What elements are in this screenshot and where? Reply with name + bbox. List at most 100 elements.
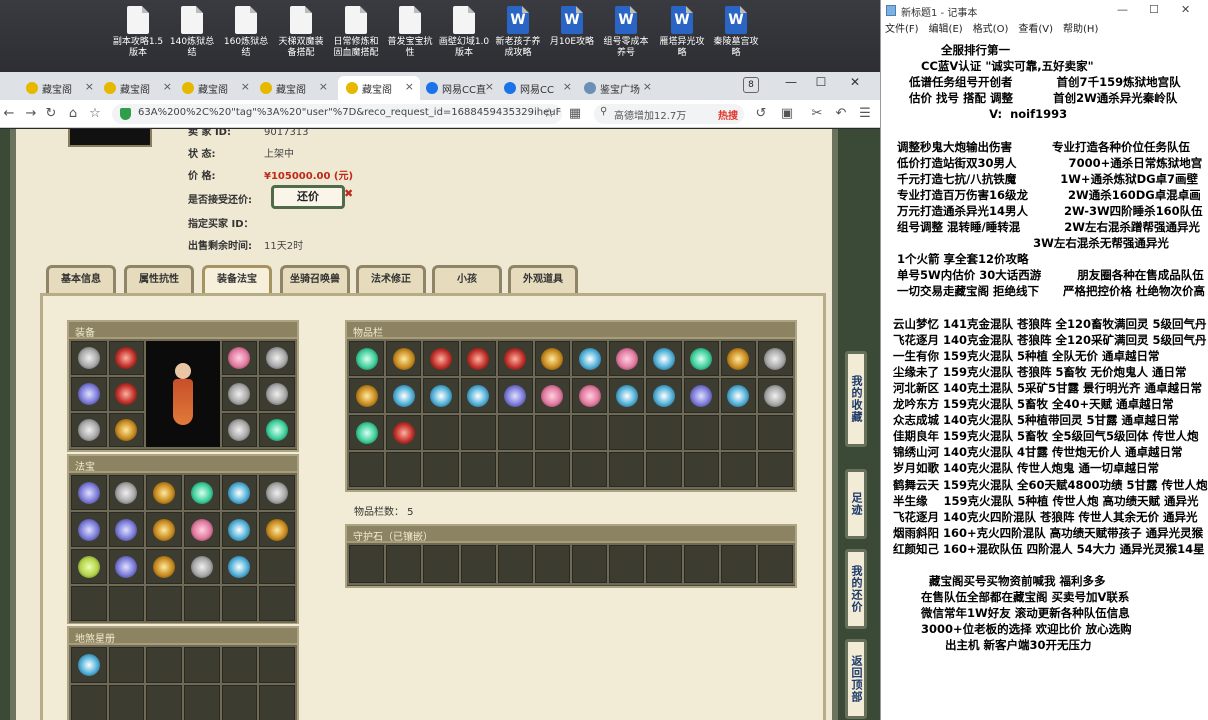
item-slot-filled[interactable]	[184, 512, 220, 547]
item-slot-filled[interactable]	[497, 378, 533, 413]
tab-close-icon[interactable]: ×	[163, 80, 172, 93]
notepad-menu-item[interactable]: 编辑(E)	[929, 24, 963, 35]
star-icon[interactable]: ☆	[540, 105, 558, 123]
equipment-slot[interactable]	[259, 377, 295, 411]
equipment-slot[interactable]	[71, 377, 107, 411]
desktop-icon-9[interactable]: W 组号零成本养号	[600, 6, 652, 59]
item-slot-filled[interactable]	[386, 415, 422, 450]
close-icon[interactable]: ✖	[344, 187, 353, 200]
item-slot-filled[interactable]	[572, 378, 608, 413]
menu-grid-icon[interactable]: ▦	[566, 105, 584, 123]
item-slot-filled[interactable]	[221, 475, 258, 510]
item-slot-filled[interactable]	[757, 378, 793, 413]
item-slot-filled[interactable]	[108, 549, 145, 584]
notepad-close-button[interactable]: ✕	[1181, 3, 1190, 16]
equipment-slot[interactable]	[108, 413, 145, 447]
desktop-icon-6[interactable]: 画壁幻域1.0版本	[438, 6, 490, 59]
equipment-slot[interactable]	[221, 377, 258, 411]
desktop-icon-4[interactable]: 日常修炼和固血魔搭配	[330, 6, 382, 59]
equipment-slot[interactable]	[221, 341, 258, 375]
item-slot-filled[interactable]	[720, 341, 756, 376]
close-window-button[interactable]: ✕	[840, 72, 870, 94]
item-slot-filled[interactable]	[108, 512, 145, 547]
browser-tab-3[interactable]: 藏宝阁 ×	[252, 76, 334, 100]
browser-tab-5[interactable]: 网易CC直 ×	[418, 76, 500, 100]
tab-detail-2[interactable]: 装备法宝	[202, 265, 272, 295]
url-input[interactable]: 63A%200%2C%20"tag"%3A%20"user"%7D&reco_r…	[112, 104, 562, 124]
item-slot-filled[interactable]	[146, 475, 182, 510]
side-button-1[interactable]: 足迹	[845, 469, 867, 539]
notepad-minimize-button[interactable]: —	[1117, 3, 1128, 16]
item-slot-filled[interactable]	[349, 415, 385, 450]
item-slot-filled[interactable]	[146, 549, 182, 584]
extensions-icon[interactable]: ▣	[778, 105, 796, 123]
desktop-icon-1[interactable]: 140炼狱总结	[166, 6, 218, 59]
forward-icon[interactable]: →	[22, 105, 40, 123]
side-button-2[interactable]: 我的还价	[845, 549, 867, 629]
item-slot-filled[interactable]	[683, 341, 719, 376]
browser-tab-1[interactable]: 藏宝阁 ×	[96, 76, 178, 100]
tab-close-icon[interactable]: ×	[241, 80, 250, 93]
item-slot-filled[interactable]	[184, 549, 220, 584]
item-slot-filled[interactable]	[609, 341, 645, 376]
reload-icon[interactable]: ↻	[42, 105, 60, 123]
notepad-menu-item[interactable]: 格式(O)	[973, 24, 1009, 35]
sync-icon[interactable]: ↺	[752, 105, 770, 123]
desktop-icon-0[interactable]: 副本攻略1.5版本	[112, 6, 164, 59]
home-icon[interactable]: ⌂	[64, 105, 82, 123]
item-slot-filled[interactable]	[423, 341, 459, 376]
equipment-slot[interactable]	[108, 377, 145, 411]
notepad-menu-item[interactable]: 查看(V)	[1018, 24, 1053, 35]
equipment-slot[interactable]	[71, 413, 107, 447]
equipment-slot[interactable]	[221, 413, 258, 447]
tab-detail-1[interactable]: 属性抗性	[124, 265, 194, 295]
equipment-slot[interactable]	[259, 341, 295, 375]
bookmark-star-icon[interactable]: ☆	[86, 105, 104, 123]
desktop-icon-5[interactable]: 普发宝宝抗性	[384, 6, 436, 59]
tab-close-icon[interactable]: ×	[85, 80, 94, 93]
desktop-icon-7[interactable]: W 新老孩子养成攻略	[492, 6, 544, 59]
item-slot-filled[interactable]	[534, 378, 570, 413]
desktop-icon-10[interactable]: W 雁塔异光攻略	[656, 6, 708, 59]
tab-close-icon[interactable]: ×	[405, 80, 414, 93]
tab-close-icon[interactable]: ×	[319, 80, 328, 93]
item-slot-filled[interactable]	[221, 512, 258, 547]
item-slot-filled[interactable]	[108, 475, 145, 510]
item-slot-filled[interactable]	[386, 378, 422, 413]
counter-offer-button[interactable]: 还价	[271, 185, 345, 209]
item-slot-filled[interactable]	[259, 512, 295, 547]
side-button-3[interactable]: 返回顶部	[845, 639, 867, 719]
search-input[interactable]: ⚲ 高德增加12.7万 热搜	[594, 104, 744, 124]
item-slot-filled[interactable]	[497, 341, 533, 376]
item-slot-filled[interactable]	[221, 549, 258, 584]
desktop-icon-11[interactable]: W 秦陵墓宫攻略	[710, 6, 762, 59]
tab-count-icon[interactable]: 8	[743, 77, 759, 93]
item-slot-filled[interactable]	[646, 378, 682, 413]
browser-tab-7[interactable]: 鉴宝广场 ×	[576, 76, 658, 100]
tab-detail-0[interactable]: 基本信息	[46, 265, 116, 295]
item-slot-filled[interactable]	[71, 549, 107, 584]
item-slot-filled[interactable]	[460, 378, 496, 413]
item-slot-filled[interactable]	[646, 341, 682, 376]
desktop-icon-2[interactable]: 160炼狱总结	[220, 6, 272, 59]
item-slot-filled[interactable]	[572, 341, 608, 376]
browser-tab-0[interactable]: 藏宝阁 ×	[18, 76, 100, 100]
item-slot-filled[interactable]	[184, 475, 220, 510]
item-slot-filled[interactable]	[71, 647, 107, 683]
notepad-menu-item[interactable]: 文件(F)	[885, 24, 919, 35]
equipment-slot[interactable]	[259, 413, 295, 447]
item-slot-filled[interactable]	[609, 378, 645, 413]
maximize-button[interactable]: ☐	[806, 72, 836, 94]
item-slot-filled[interactable]	[757, 341, 793, 376]
item-slot-filled[interactable]	[71, 475, 107, 510]
tab-detail-5[interactable]: 小孩	[432, 265, 502, 295]
browser-tab-6[interactable]: 网易CC ×	[496, 76, 578, 100]
tab-detail-4[interactable]: 法术修正	[356, 265, 426, 295]
equipment-slot[interactable]	[71, 341, 107, 375]
tab-detail-6[interactable]: 外观道具	[508, 265, 578, 295]
desktop-icon-3[interactable]: 天梯双魔装备搭配	[275, 6, 327, 59]
browser-tab-2[interactable]: 藏宝阁 ×	[174, 76, 256, 100]
item-slot-filled[interactable]	[386, 341, 422, 376]
desktop-icon-8[interactable]: W 月10E攻略	[546, 6, 598, 48]
item-slot-filled[interactable]	[534, 341, 570, 376]
